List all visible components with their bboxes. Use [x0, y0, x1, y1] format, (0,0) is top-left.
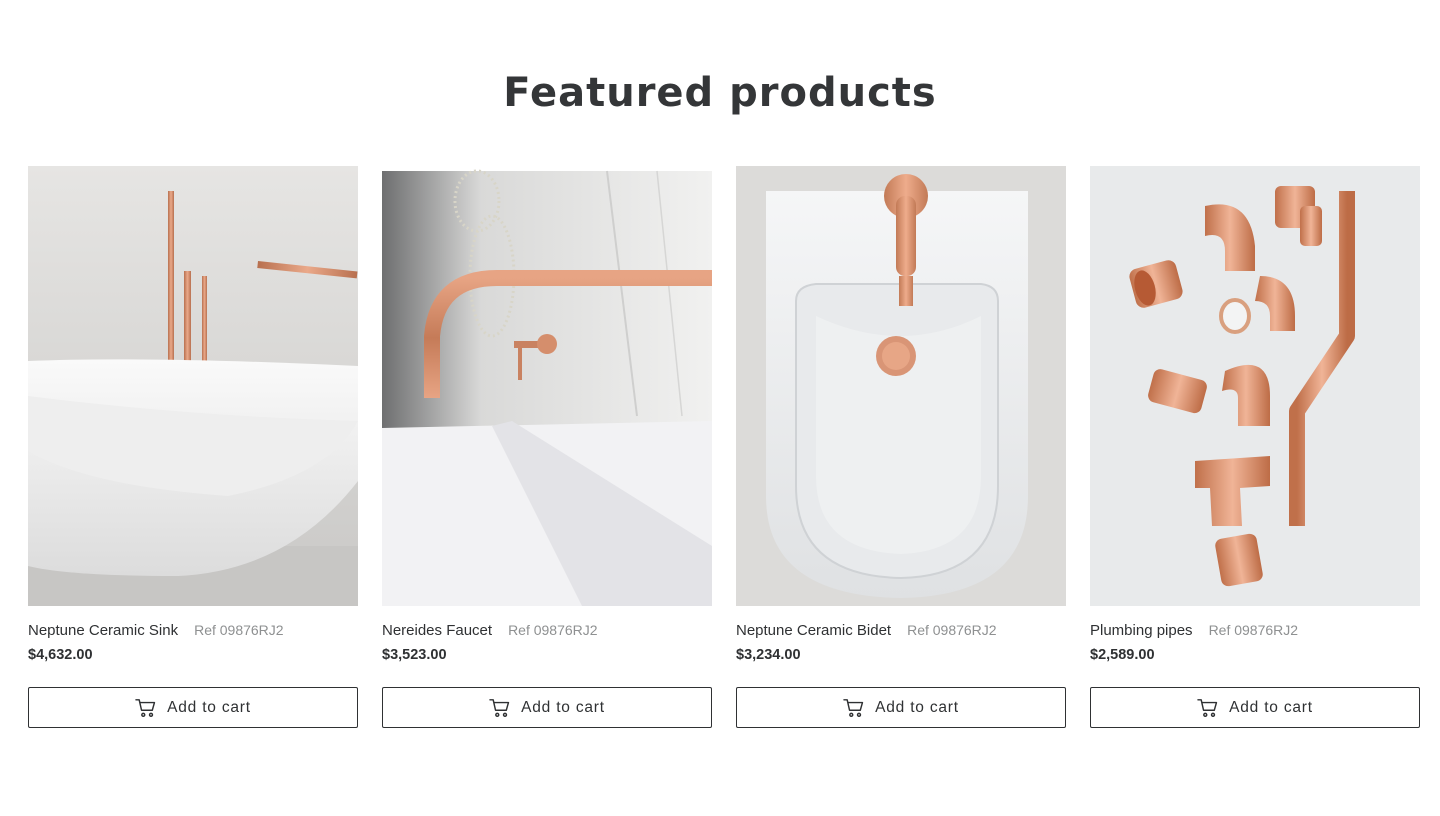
- product-card: Neptune Ceramic Bidet Ref 09876RJ2 $3,23…: [736, 166, 1066, 728]
- product-meta: Nereides Faucet Ref 09876RJ2: [382, 622, 712, 642]
- product-price: $3,523.00: [382, 647, 447, 663]
- product-name[interactable]: Neptune Ceramic Sink: [28, 622, 178, 639]
- add-to-cart-button[interactable]: Add to cart: [28, 687, 358, 728]
- product-name[interactable]: Plumbing pipes: [1090, 622, 1193, 639]
- product-price: $3,234.00: [736, 647, 801, 663]
- product-meta: Neptune Ceramic Sink Ref 09876RJ2: [28, 622, 358, 642]
- add-to-cart-button[interactable]: Add to cart: [1090, 687, 1420, 728]
- product-card: Neptune Ceramic Sink Ref 09876RJ2 $4,632…: [28, 166, 358, 728]
- cart-icon: [135, 698, 157, 718]
- add-to-cart-label: Add to cart: [521, 698, 605, 716]
- product-ref: Ref 09876RJ2: [1208, 622, 1299, 638]
- product-name[interactable]: Neptune Ceramic Bidet: [736, 622, 891, 639]
- product-ref: Ref 09876RJ2: [907, 622, 997, 638]
- product-meta: Plumbing pipes Ref 09876RJ2: [1090, 622, 1420, 642]
- product-image[interactable]: [1090, 166, 1420, 606]
- product-meta: Neptune Ceramic Bidet Ref 09876RJ2: [736, 622, 1066, 642]
- product-card: Plumbing pipes Ref 09876RJ2 $2,589.00 Ad…: [1090, 166, 1420, 728]
- add-to-cart-label: Add to cart: [875, 698, 959, 716]
- cart-icon: [1197, 698, 1219, 718]
- add-to-cart-label: Add to cart: [167, 698, 251, 716]
- product-image[interactable]: [736, 166, 1066, 606]
- product-name[interactable]: Nereides Faucet: [382, 622, 492, 639]
- product-ref: Ref 09876RJ2: [508, 622, 598, 638]
- add-to-cart-button[interactable]: Add to cart: [736, 687, 1066, 728]
- product-price: $4,632.00: [28, 647, 93, 663]
- product-ref: Ref 09876RJ2: [194, 622, 284, 638]
- product-price: $2,589.00: [1090, 647, 1155, 663]
- cart-icon: [489, 698, 511, 718]
- product-image[interactable]: [382, 166, 712, 606]
- section-title: Featured products: [503, 70, 937, 116]
- add-to-cart-button[interactable]: Add to cart: [382, 687, 712, 728]
- add-to-cart-label: Add to cart: [1229, 698, 1313, 716]
- product-grid: Neptune Ceramic Sink Ref 09876RJ2 $4,632…: [28, 166, 1420, 728]
- product-card: Nereides Faucet Ref 09876RJ2 $3,523.00 A…: [382, 166, 712, 728]
- cart-icon: [843, 698, 865, 718]
- product-image[interactable]: [28, 166, 358, 606]
